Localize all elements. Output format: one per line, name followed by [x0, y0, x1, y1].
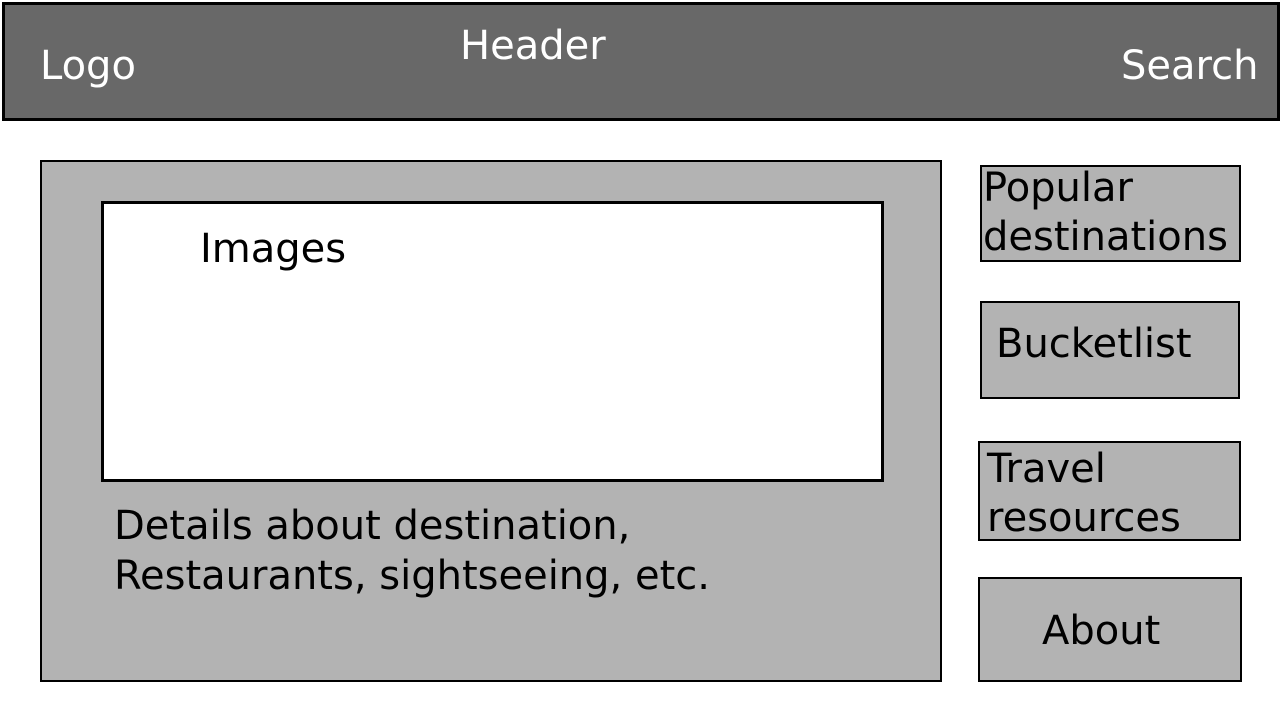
header-bar	[2, 2, 1280, 121]
nav-bucketlist-label: Bucketlist	[996, 321, 1192, 367]
header-title: Header	[460, 23, 606, 69]
nav-travel-resources-label: Travel resources	[987, 445, 1237, 543]
details-line-2: Restaurants, sightseeing, etc.	[114, 553, 710, 599]
destination-details: Details about destination, Restaurants, …	[114, 501, 914, 601]
nav-travel-line-1: Travel	[987, 446, 1106, 492]
nav-about-label: About	[1042, 608, 1161, 654]
nav-popular-line-2: destinations	[983, 214, 1228, 260]
details-line-1: Details about destination,	[114, 503, 631, 549]
nav-travel-line-2: resources	[987, 495, 1181, 541]
images-label: Images	[200, 226, 347, 272]
nav-popular-destinations-label: Popular destinations	[983, 164, 1238, 262]
logo[interactable]: Logo	[40, 46, 136, 86]
nav-popular-line-1: Popular	[983, 165, 1133, 211]
search-label[interactable]: Search	[1121, 46, 1258, 86]
